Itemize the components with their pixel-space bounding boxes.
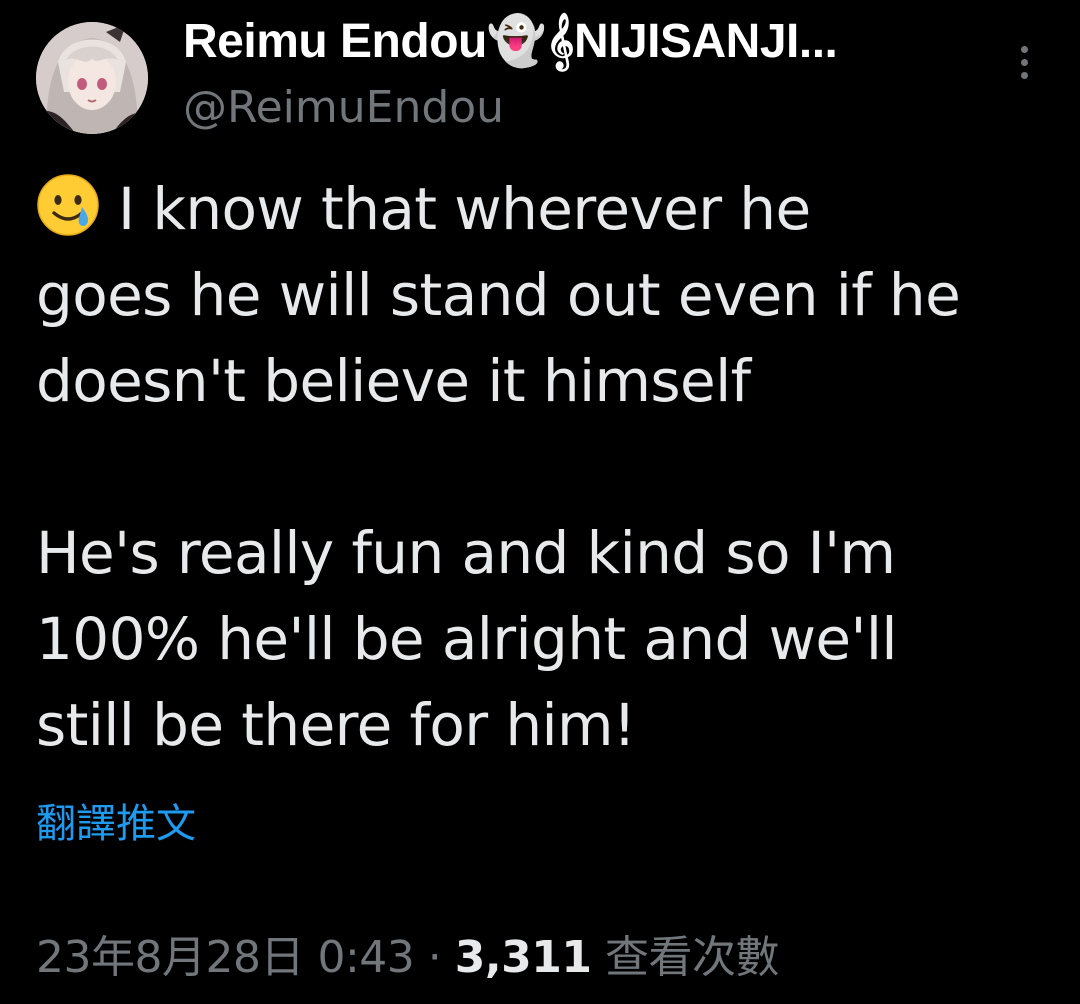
tweet-line: still be there for him! [36,691,636,759]
anime-avatar-icon [36,22,148,134]
tweet-text: I know that wherever he goes he will sta… [36,166,1046,768]
more-dot-icon [1020,58,1028,66]
tweet-line: doesn't believe it himself [36,347,751,415]
tweet-line-text: I know that wherever he [118,175,811,243]
tweet-line: I know that wherever he [36,166,1046,252]
tweet-line: 100% he'll be alright and we'll [36,605,897,673]
tweet-line: He's really fun and kind so I'm [36,519,896,587]
translate-tweet-link[interactable]: 翻譯推文 [36,796,196,852]
avatar[interactable] [36,22,148,134]
views-count: 3,311 [454,932,592,983]
views-label: 查看次數 [604,932,780,983]
more-dot-icon [1020,71,1028,79]
tweet-line: goes he will stand out even if he [36,261,961,329]
tweet-meta: 23年8月28日 0:43 · 3,311 查看次數 [36,926,779,990]
handle[interactable]: @ReimuEndou [183,78,504,138]
meta-separator: · [427,932,442,983]
smiling-face-with-tear-icon [37,174,99,236]
timestamp[interactable]: 23年8月28日 0:43 [36,932,415,983]
display-name[interactable]: Reimu Endou👻𝄞NIJISANJI... [183,12,838,72]
more-dot-icon [1020,45,1028,53]
more-options-button[interactable] [1004,36,1044,88]
